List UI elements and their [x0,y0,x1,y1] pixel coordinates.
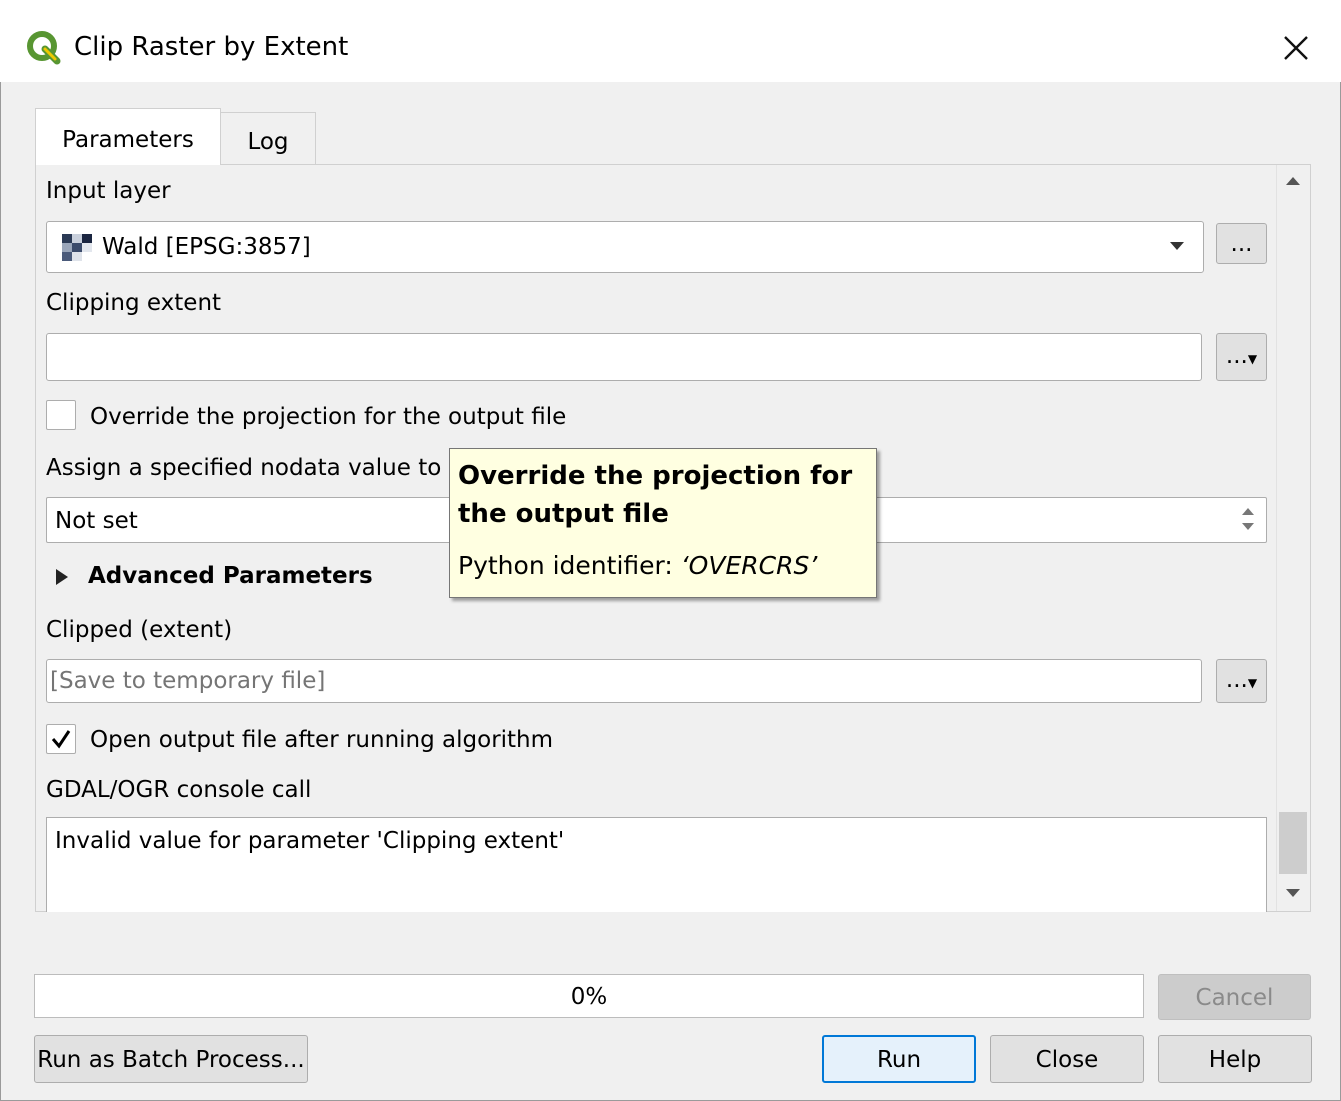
clipping-extent-label: Clipping extent [46,290,222,316]
input-layer-value: Wald [EPSG:3857] [102,234,311,260]
tab-parameters[interactable]: Parameters [35,108,221,165]
scroll-up-icon[interactable] [1280,168,1306,194]
chevron-down-icon: ▼ [1247,676,1258,690]
open-output-checkbox[interactable] [46,724,76,754]
tooltip-python-identifier: Python identifier: ‘OVERCRS’ [458,549,868,583]
tooltip-title: Override the projection for the output f… [458,461,853,529]
clipped-output-label: Clipped (extent) [46,617,233,643]
nodata-value: Not set [55,508,138,534]
clipping-extent-browse-button[interactable]: ...▼ [1216,333,1267,381]
tooltip-python-prefix: Python identifier: [458,551,681,580]
console-call-text[interactable]: Invalid value for parameter 'Clipping ex… [46,817,1267,912]
checkmark-icon [51,730,71,749]
clipping-extent-input[interactable] [46,333,1202,381]
scrollbar-thumb[interactable] [1279,812,1307,874]
qgis-icon [27,31,61,65]
browse-label: ... [1225,343,1248,369]
close-button[interactable]: Close [990,1035,1144,1083]
override-projection-label: Override the projection for the output f… [90,404,567,430]
scroll-down-icon[interactable] [1280,880,1306,906]
nodata-label: Assign a specified nodata value to ou [46,455,478,481]
run-batch-button[interactable]: Run as Batch Process... [34,1035,308,1083]
close-icon[interactable] [1276,28,1316,68]
progress-text: 0% [570,984,608,1010]
console-call-label: GDAL/OGR console call [46,777,312,803]
override-projection-checkbox[interactable] [46,400,76,430]
tooltip: Override the projection for the output f… [449,448,877,598]
open-output-label: Open output file after running algorithm [90,727,554,753]
chevron-down-icon: ▼ [1247,352,1258,366]
tab-log[interactable]: Log [220,112,316,165]
progress-bar: 0% [34,974,1144,1018]
browse-label: ... [1225,667,1248,693]
input-layer-browse-button[interactable]: ... [1216,223,1267,264]
expand-triangle-icon[interactable] [54,568,70,586]
clipped-output-input[interactable] [46,659,1202,703]
advanced-parameters-toggle[interactable]: Advanced Parameters [88,561,373,591]
cancel-button[interactable]: Cancel [1158,974,1311,1020]
raster-layer-icon [62,234,92,261]
run-button[interactable]: Run [822,1035,976,1083]
help-button[interactable]: Help [1158,1035,1312,1083]
clipped-output-browse-button[interactable]: ...▼ [1216,659,1267,703]
tooltip-python-value: ‘OVERCRS’ [680,551,818,580]
window-title: Clip Raster by Extent [74,32,349,62]
vertical-scrollbar[interactable] [1276,165,1310,911]
chevron-down-icon [1170,242,1184,250]
spin-arrows-icon[interactable] [1238,503,1258,535]
input-layer-label: Input layer [46,178,171,204]
